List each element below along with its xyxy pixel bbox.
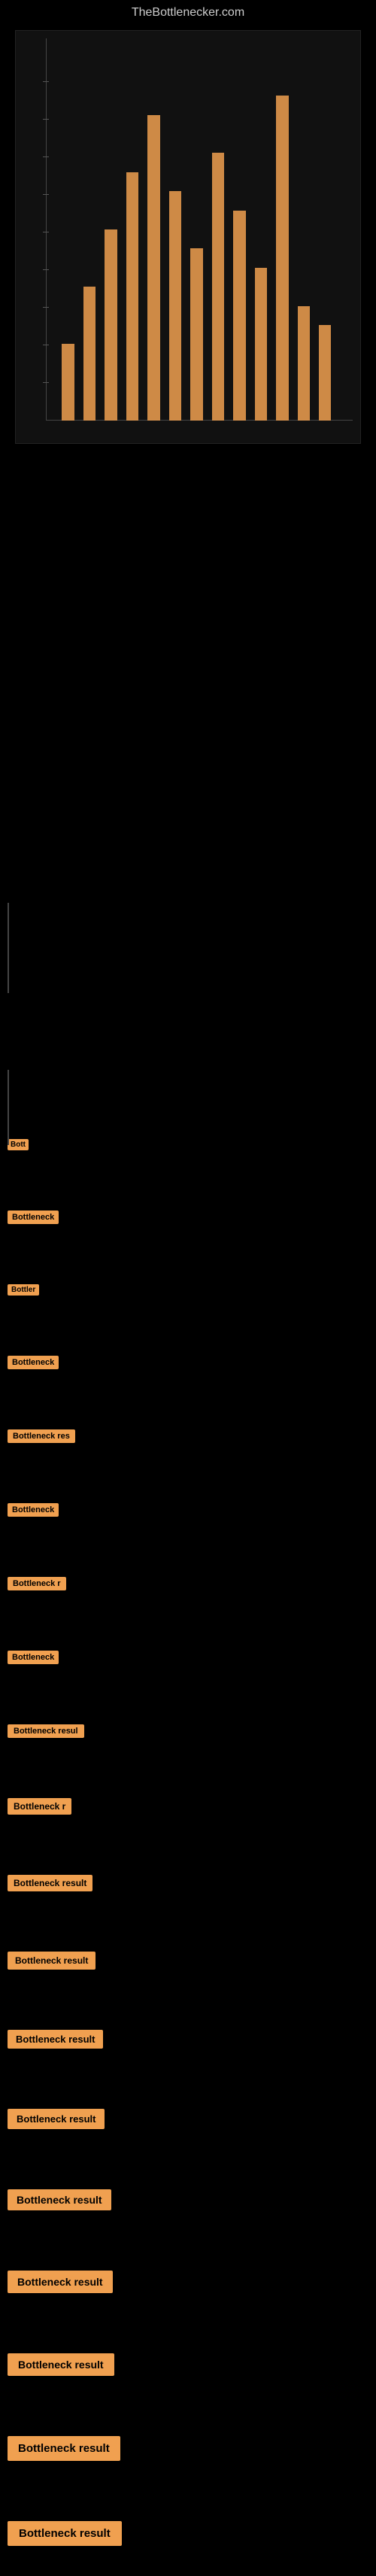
vertical-marker-1 [0,978,376,980]
chart-bar-10 [255,268,267,421]
result-label-19: Bottleneck result [8,2521,122,2546]
result-label-7: Bottleneck r [8,1577,66,1590]
chart-bar-11 [276,96,288,421]
result-label-11: Bottleneck result [8,1875,92,1891]
chart-inner [15,30,361,444]
result-label-15: Bottleneck result [8,2189,111,2210]
result-item-15: Bottleneck result [8,2189,368,2210]
result-item-3: Bottler [8,1284,368,1296]
result-item-5: Bottleneck res [8,1429,368,1443]
result-label-3: Bottler [8,1284,39,1296]
result-item-4: Bottleneck [8,1356,368,1369]
result-item-16: Bottleneck result [8,2271,368,2293]
result-item-13: Bottleneck result [8,2030,368,2049]
result-label-5: Bottleneck res [8,1429,75,1443]
result-item-2: Bottleneck [8,1211,368,1224]
result-label-10: Bottleneck r [8,1798,71,1815]
result-label-17: Bottleneck result [8,2353,114,2376]
result-label-12: Bottleneck result [8,1952,96,1970]
result-label-1: Bott [8,1139,29,1150]
result-item-17: Bottleneck result [8,2353,368,2376]
chart-bar-5 [147,115,159,421]
result-label-2: Bottleneck [8,1211,59,1224]
chart-area [15,30,361,444]
dark-spacer-1 [0,451,376,978]
chart-bar-13 [319,325,331,421]
results-section: Bott Bottleneck Bottler Bottleneck Bottl… [0,1139,376,2546]
result-label-14: Bottleneck result [8,2109,105,2129]
result-item-10: Bottleneck r [8,1798,368,1815]
result-label-18: Bottleneck result [8,2436,120,2461]
chart-bar-1 [62,344,74,421]
result-item-14: Bottleneck result [8,2109,368,2129]
dark-spacer-2 [0,980,376,1130]
result-item-1: Bott [8,1139,368,1150]
site-title: TheBottlenecker.com [0,0,376,23]
chart-bar-8 [212,153,224,421]
result-label-9: Bottleneck resul [8,1724,84,1738]
chart-bar-3 [105,229,117,421]
result-label-4: Bottleneck [8,1356,59,1369]
result-item-18: Bottleneck result [8,2436,368,2461]
result-item-19: Bottleneck result [8,2521,368,2546]
result-item-9: Bottleneck resul [8,1724,368,1738]
result-item-6: Bottleneck [8,1503,368,1517]
chart-bar-7 [190,248,202,421]
chart-bar-12 [298,306,310,421]
vertical-marker-2 [0,1130,376,1132]
chart-bar-4 [126,172,138,421]
result-label-6: Bottleneck [8,1503,59,1517]
result-item-11: Bottleneck result [8,1875,368,1891]
chart-bar-9 [233,211,245,421]
result-label-8: Bottleneck [8,1651,59,1664]
result-item-12: Bottleneck result [8,1952,368,1970]
chart-bar-6 [169,191,181,421]
result-item-7: Bottleneck r [8,1577,368,1590]
result-label-16: Bottleneck result [8,2271,113,2293]
chart-bars [47,38,353,421]
chart-bar-2 [83,287,96,421]
result-item-8: Bottleneck [8,1651,368,1664]
result-label-13: Bottleneck result [8,2030,103,2049]
